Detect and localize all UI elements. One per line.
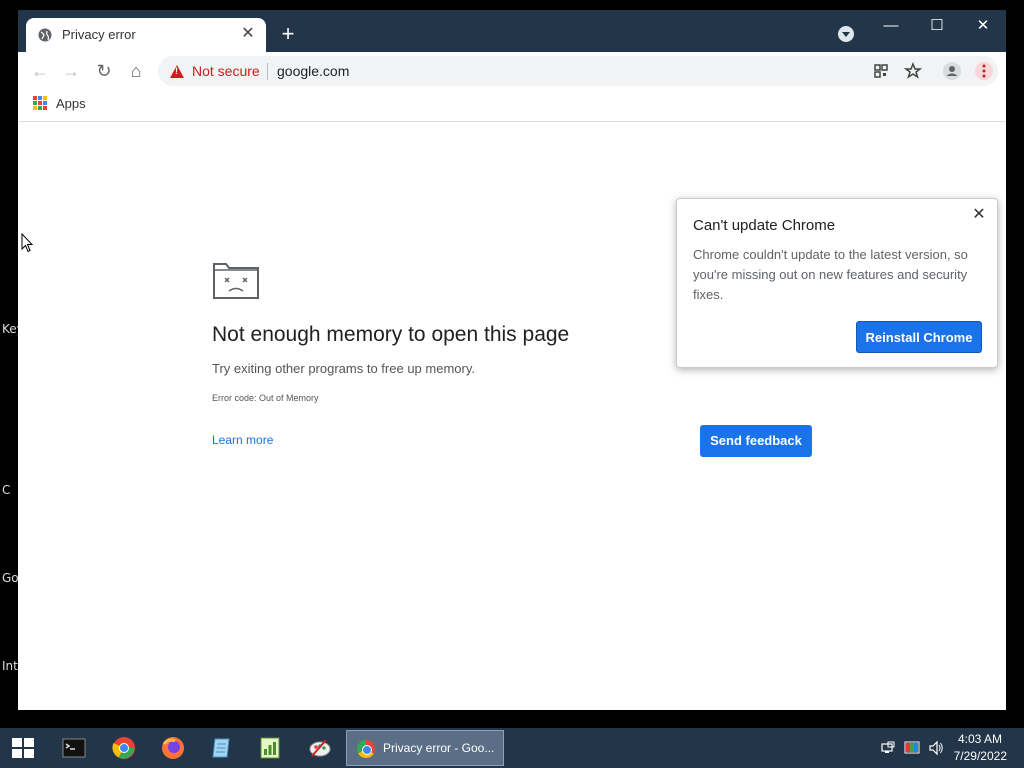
learn-more-link[interactable]: Learn more (212, 433, 273, 447)
back-button[interactable]: ← (28, 60, 52, 84)
tab-privacy-error[interactable]: Privacy error ✕ (26, 18, 266, 52)
browser-toolbar: ← → ↻ ⌂ Not secure google.com (18, 52, 1006, 90)
page-content: Not enough memory to open this page Try … (18, 122, 1006, 710)
start-button[interactable] (12, 738, 34, 758)
update-chrome-popup: Can't update Chrome ✕ Chrome couldn't up… (676, 198, 998, 368)
notepad-icon[interactable] (210, 736, 234, 760)
menu-kebab-icon[interactable] (974, 61, 994, 81)
tab-close-icon[interactable]: ✕ (238, 24, 258, 44)
globe-icon (38, 28, 52, 42)
bookmarks-bar: Apps (18, 90, 1006, 122)
reload-button[interactable]: ↻ (92, 60, 116, 84)
bookmark-star-icon[interactable] (903, 61, 923, 81)
divider (267, 63, 268, 80)
address-bar[interactable]: Not secure google.com (158, 56, 998, 86)
send-feedback-button[interactable]: Send feedback (700, 425, 812, 457)
desktop-icon-label[interactable]: Key (2, 322, 18, 336)
error-heading: Not enough memory to open this page (212, 323, 570, 346)
desktop-icon-label[interactable]: Int (2, 659, 18, 673)
tab-search-icon[interactable] (838, 26, 854, 42)
taskbar-active-window[interactable]: Privacy error - Goo... (346, 730, 504, 766)
sad-folder-icon (213, 263, 259, 299)
chrome-icon[interactable] (112, 736, 136, 760)
close-window-button[interactable]: ✕ (960, 14, 1006, 38)
minimize-button[interactable]: — (868, 14, 914, 38)
desktop-icon-label[interactable]: C (2, 483, 18, 497)
profile-icon[interactable] (942, 61, 962, 81)
home-button[interactable]: ⌂ (124, 60, 148, 84)
display-icon[interactable] (904, 740, 920, 756)
error-code: Error code: Out of Memory (212, 393, 319, 403)
chrome-icon (357, 740, 375, 758)
reinstall-chrome-button[interactable]: Reinstall Chrome (856, 321, 982, 353)
mouse-cursor-icon (21, 233, 33, 253)
clock-date[interactable]: 7/29/2022 (954, 749, 1007, 763)
new-tab-button[interactable]: + (276, 23, 300, 48)
browser-window: Privacy error ✕ + — ☐ ✕ ← → ↻ ⌂ Not secu… (18, 10, 1006, 710)
volume-icon[interactable] (928, 740, 944, 756)
taskbar: Privacy error - Goo... 4:03 AM 7/29/2022 (0, 728, 1024, 768)
taskbar-window-label: Privacy error - Goo... (383, 741, 495, 755)
popup-body: Chrome couldn't update to the latest ver… (693, 247, 968, 302)
desktop-icon-label[interactable]: Go (2, 571, 18, 585)
paint-icon[interactable] (308, 736, 332, 760)
apps-shortcut[interactable]: Apps (56, 96, 86, 111)
tab-title: Privacy error (62, 27, 136, 42)
title-bar: Privacy error ✕ + — ☐ ✕ (18, 10, 1006, 52)
qr-code-icon[interactable] (871, 61, 891, 81)
spreadsheet-icon[interactable] (258, 736, 282, 760)
apps-grid-icon[interactable] (33, 96, 47, 110)
terminal-icon[interactable] (62, 736, 86, 760)
maximize-button[interactable]: ☐ (914, 14, 960, 38)
firefox-icon[interactable] (161, 736, 185, 760)
warning-icon[interactable] (170, 65, 184, 78)
clock-time[interactable]: 4:03 AM (958, 732, 1002, 746)
forward-button[interactable]: → (59, 60, 83, 84)
url-text[interactable]: google.com (277, 63, 349, 79)
network-icon[interactable] (880, 740, 896, 756)
popup-close-icon[interactable]: ✕ (969, 205, 989, 225)
popup-title: Can't update Chrome (693, 217, 836, 234)
error-subtext: Try exiting other programs to free up me… (212, 361, 475, 376)
security-status[interactable]: Not secure (192, 63, 260, 79)
